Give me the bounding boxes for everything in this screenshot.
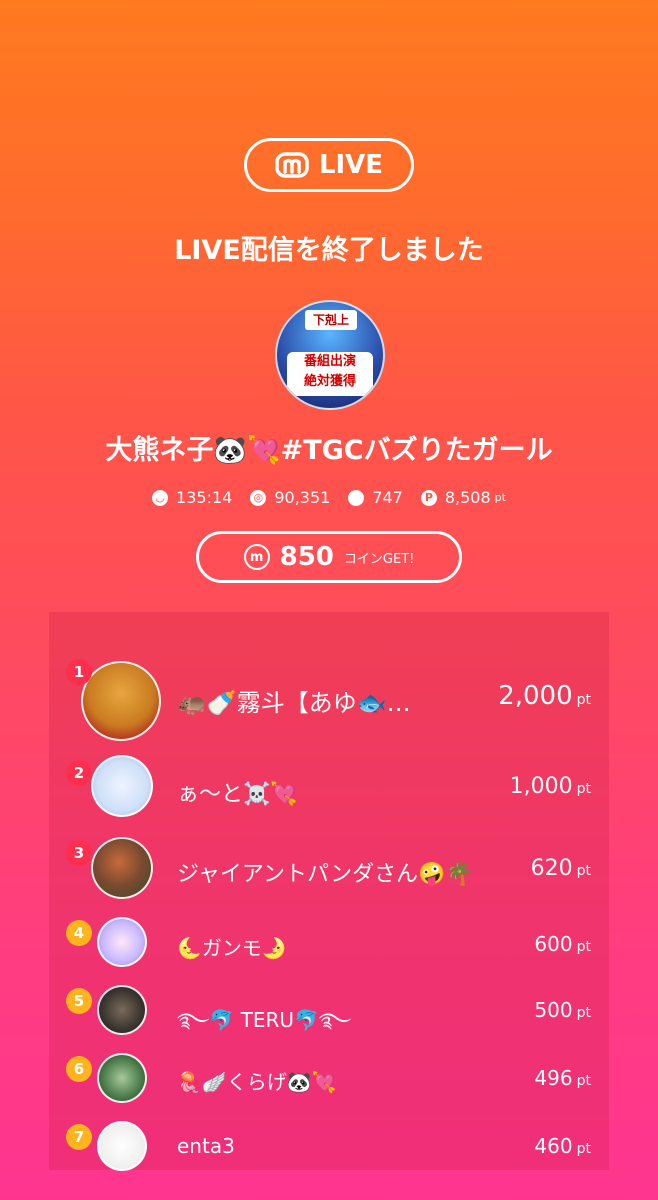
comment-icon xyxy=(348,489,365,506)
ranking-name: ぁ〜と☠️💘 xyxy=(177,782,298,807)
comments-stat: 747 xyxy=(348,488,403,507)
ranking-name: 🪼🪽くらげ🐼💘 xyxy=(177,1070,337,1094)
ranking-row[interactable]: 3 ジャイアントパンダさん🤪🌴 620 pt xyxy=(49,834,609,904)
viewers-icon: ◎ xyxy=(250,489,267,506)
ranking-row[interactable]: 6 🪼🪽くらげ🐼💘 496 pt xyxy=(49,1050,609,1106)
ranking-points: 460 pt xyxy=(534,1134,591,1158)
avatar xyxy=(91,837,153,899)
ranking-points: 620 pt xyxy=(530,856,591,881)
avatar xyxy=(97,985,147,1035)
avatar-banner-text: 番組出演 絶対獲得 xyxy=(287,352,373,396)
ranking-name: 🌜ガンモ🌛 xyxy=(177,936,287,960)
gift-ranking: 1 🦛🍼霧斗【あゆ🐟… 2,000 pt 2 ぁ〜と☠️💘 1,000 pt 3 ジ… xyxy=(49,612,609,1171)
ranking-points: 496 pt xyxy=(534,1066,591,1090)
host-name: 大熊ネ子🐼💘#TGCバズりたガール xyxy=(105,435,553,466)
live-logo: LIVE xyxy=(244,138,414,192)
avatar-ribbon-text: 下剋上 xyxy=(305,310,357,330)
points-stat: P 8,508 pt xyxy=(420,488,506,507)
ranking-name: ジャイアントパンダさん🤪🌴 xyxy=(177,862,473,887)
avatar xyxy=(97,917,147,967)
viewers-value: 90,351 xyxy=(274,488,331,507)
viewers-stat: ◎ 90,351 xyxy=(250,488,330,507)
duration-stat: ◡ 135:14 xyxy=(152,488,232,507)
coin-label: コインGET! xyxy=(343,551,415,567)
coin-amount: 850 xyxy=(279,542,334,572)
points-icon: P xyxy=(420,489,437,506)
rank-badge: 7 xyxy=(66,1124,92,1150)
rank-badge: 1 xyxy=(66,659,92,685)
stream-stats: ◡ 135:14 ◎ 90,351 747 P 8,508 pt xyxy=(0,488,658,507)
coin-reward: m 850 コインGET! xyxy=(196,531,462,583)
duration-value: 135:14 xyxy=(176,488,233,507)
ranking-name: enta3 xyxy=(177,1134,235,1158)
rank-badge: 3 xyxy=(66,840,92,866)
m-logo-icon xyxy=(275,152,309,178)
ranking-name: ࿐🐬 TERU🐬࿐ xyxy=(177,1008,352,1032)
avatar xyxy=(81,661,161,741)
ranking-points: 1,000 pt xyxy=(509,774,591,799)
points-unit: pt xyxy=(494,491,506,504)
rank-badge: 2 xyxy=(66,760,92,786)
ranking-row[interactable]: 1 🦛🍼霧斗【あゆ🐟… 2,000 pt xyxy=(49,647,609,741)
ranking-row[interactable]: 7 enta3 460 pt xyxy=(49,1118,609,1171)
ranking-points: 500 pt xyxy=(534,998,591,1022)
avatar xyxy=(97,1053,147,1103)
ranking-points: 2,000 pt xyxy=(498,681,591,711)
points-value: 8,508 xyxy=(444,488,491,507)
ranking-row[interactable]: 2 ぁ〜と☠️💘 1,000 pt xyxy=(49,752,609,822)
clock-icon: ◡ xyxy=(152,489,169,506)
live-label: LIVE xyxy=(318,150,384,180)
stream-ended-heading: LIVE配信を終了しました xyxy=(174,235,484,266)
avatar xyxy=(91,755,153,817)
rank-badge: 6 xyxy=(66,1056,92,1082)
coin-icon: m xyxy=(243,544,270,570)
ranking-name: 🦛🍼霧斗【あゆ🐟… xyxy=(177,689,411,717)
host-avatar[interactable]: 下剋上 番組出演 絶対獲得 xyxy=(275,300,385,410)
ranking-row[interactable]: 4 🌜ガンモ🌛 600 pt xyxy=(49,914,609,970)
avatar xyxy=(97,1121,147,1171)
rank-badge: 4 xyxy=(66,920,92,946)
ranking-points: 600 pt xyxy=(534,932,591,956)
rank-badge: 5 xyxy=(66,988,92,1014)
comments-value: 747 xyxy=(372,488,403,507)
ranking-row[interactable]: 5 ࿐🐬 TERU🐬࿐ 500 pt xyxy=(49,982,609,1038)
